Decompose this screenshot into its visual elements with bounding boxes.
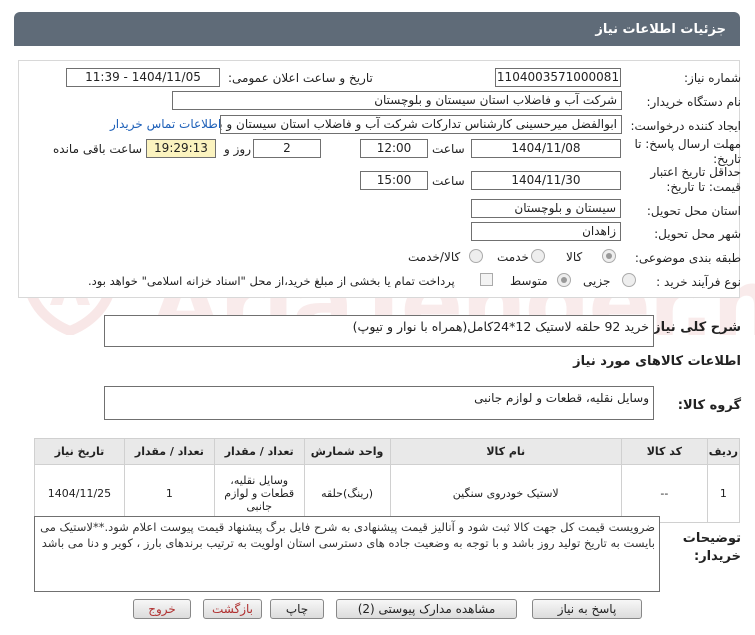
- category-radio-goods[interactable]: [602, 249, 616, 263]
- category-option-service: خدمت: [497, 250, 529, 264]
- items-table-wrap: ردیف کد کالا نام کالا واحد شمارش تعداد /…: [34, 438, 741, 523]
- validity-time-label: ساعت: [432, 174, 465, 188]
- summary-label: شرح کلی نیاز:: [647, 320, 741, 335]
- print-button[interactable]: چاپ: [270, 599, 324, 619]
- process-option-minor: جزیی: [583, 274, 611, 288]
- items-table: ردیف کد کالا نام کالا واحد شمارش تعداد /…: [34, 438, 741, 523]
- days-remaining-field: 2: [253, 139, 321, 158]
- treasury-payment-checkbox[interactable]: [480, 273, 493, 286]
- deadline-date-field: 1404/11/08: [471, 139, 621, 158]
- treasury-payment-note: پرداخت تمام یا بخشی از مبلغ خرید،از محل …: [88, 274, 455, 288]
- exit-button[interactable]: خروج: [133, 599, 191, 619]
- category-label: طبقه بندی موضوعی:: [634, 251, 741, 265]
- deadline-time-field: 12:00: [360, 139, 428, 158]
- city-label: شهر محل تحویل:: [654, 227, 741, 241]
- remaining-time-field: 19:29:13: [146, 139, 216, 158]
- cell-group: وسایل نقلیه، قطعات و لوازم جانبی: [213, 464, 305, 523]
- summary-field: خرید 92 حلقه لاستیک 12*24کامل(همراه با ن…: [104, 315, 654, 347]
- need-number-field: 1104003571000081: [495, 68, 621, 87]
- goods-section-title: اطلاعات کالاهای مورد نیاز: [573, 354, 741, 369]
- col-date: تاریخ نیاز: [34, 438, 125, 465]
- back-button[interactable]: بازگشت: [203, 599, 262, 619]
- buyer-org-label: نام دستگاه خریدار:: [646, 95, 742, 109]
- table-row: 1 -- لاستیک خودروی سنگین (رینگ)حلقه وسای…: [34, 464, 741, 523]
- announce-field: 1404/11/05 - 11:39: [66, 68, 220, 87]
- goods-group-field: وسایل نقلیه، قطعات و لوازم جانبی: [104, 386, 654, 420]
- process-radio-medium[interactable]: [557, 273, 571, 287]
- cell-date: 1404/11/25: [34, 464, 125, 523]
- category-option-goods-service: کالا/خدمت: [408, 250, 461, 264]
- validity-label: حداقل تاریخ اعتبار قیمت: تا تاریخ:: [650, 165, 741, 194]
- requester-label: ایجاد کننده درخواست:: [630, 119, 741, 133]
- buyer-contact-link[interactable]: اطلاعات تماس خریدار: [110, 117, 221, 131]
- process-radio-minor[interactable]: [622, 273, 636, 287]
- items-table-header: ردیف کد کالا نام کالا واحد شمارش تعداد /…: [34, 438, 741, 465]
- col-group: تعداد / مقدار: [213, 438, 305, 465]
- col-unit: واحد شمارش: [303, 438, 391, 465]
- requester-field: ابوالفضل میرحسینی کارشناس تدارکات شرکت آ…: [220, 115, 622, 134]
- days-label: روز و: [224, 142, 251, 156]
- col-row: ردیف: [706, 438, 741, 465]
- category-radio-goods-service[interactable]: [469, 249, 483, 263]
- page-header: جزئیات اطلاعات نیاز: [14, 12, 740, 46]
- process-label: نوع فرآیند خرید :: [656, 275, 741, 289]
- validity-time-field: 15:00: [360, 171, 428, 190]
- validity-date-field: 1404/11/30: [471, 171, 621, 190]
- announce-label: تاریخ و ساعت اعلان عمومی:: [228, 71, 373, 85]
- category-option-goods: کالا: [566, 250, 583, 264]
- remaining-time-label: ساعت باقی مانده: [53, 142, 143, 156]
- cell-code: --: [620, 464, 708, 523]
- buyer-notes-field: ضرویست قیمت کل جهت کالا ثبت شود و آنالیز…: [34, 516, 660, 592]
- cell-row: 1: [706, 464, 741, 523]
- col-code: کد کالا: [620, 438, 708, 465]
- reply-button[interactable]: پاسخ به نیاز: [532, 599, 642, 619]
- cell-name: لاستیک خودروی سنگین: [389, 464, 622, 523]
- deadline-time-label: ساعت: [432, 142, 465, 156]
- col-name: نام کالا: [389, 438, 622, 465]
- cell-unit: (رینگ)حلقه: [303, 464, 391, 523]
- province-label: استان محل تحویل:: [646, 204, 741, 218]
- deadline-label: مهلت ارسال پاسخ: تا تاریخ:: [634, 137, 741, 166]
- category-radio-service[interactable]: [531, 249, 545, 263]
- page-title: جزئیات اطلاعات نیاز: [595, 22, 726, 37]
- process-option-medium: متوسط: [510, 274, 548, 288]
- province-field: سیستان و بلوچستان: [471, 199, 621, 218]
- need-number-label: شماره نیاز:: [684, 71, 741, 85]
- goods-group-label: گروه کالا:: [677, 398, 741, 413]
- buyer-notes-label: توضیحات خریدار:: [682, 531, 741, 564]
- cell-qty: 1: [123, 464, 215, 523]
- city-field: زاهدان: [471, 222, 621, 241]
- buyer-org-field: شرکت آب و فاضلاب استان سیستان و بلوچستان: [172, 91, 622, 110]
- col-qty: تعداد / مقدار: [123, 438, 215, 465]
- attachments-button[interactable]: مشاهده مدارک پیوستی (2): [336, 599, 517, 619]
